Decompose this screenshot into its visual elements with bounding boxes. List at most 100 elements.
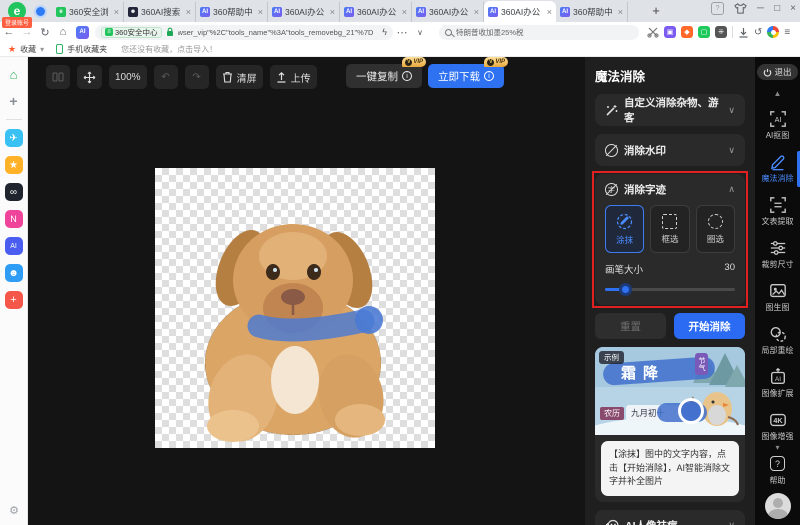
- lock-icon: [166, 27, 174, 37]
- section-acne[interactable]: AI人像祛痘 ∨: [595, 510, 745, 525]
- browser-tab[interactable]: AI 360AI办公 ×: [412, 2, 484, 22]
- vr-glasses-icon[interactable]: ∞: [5, 183, 23, 201]
- bookmarks-hint[interactable]: 您还没有收藏，点击导入！: [121, 44, 217, 55]
- extension-game-icon[interactable]: ◆: [681, 26, 693, 38]
- brush-size-slider[interactable]: [605, 283, 735, 295]
- zoom-level[interactable]: 100%: [109, 65, 147, 89]
- scroll-up-icon[interactable]: ▲: [774, 89, 782, 98]
- maximize-icon[interactable]: □: [774, 3, 780, 14]
- redo-button[interactable]: ↷: [185, 65, 209, 89]
- screenshot-scissors-icon[interactable]: [647, 26, 659, 38]
- ai-nav-icon[interactable]: N: [5, 210, 23, 228]
- tab-close-icon[interactable]: ×: [330, 7, 335, 17]
- minimize-icon[interactable]: ─: [757, 3, 764, 14]
- lasso-select-icon: [708, 214, 723, 229]
- refresh-icon[interactable]: ↻: [36, 26, 54, 39]
- rail-item-img2img[interactable]: 图生图: [755, 282, 800, 313]
- image-canvas[interactable]: [155, 168, 435, 448]
- close-icon[interactable]: ×: [790, 3, 796, 14]
- tab-close-icon[interactable]: ×: [114, 7, 119, 17]
- bookmarks-bar: ★ 收藏 ▾ 手机收藏夹 您还没有收藏，点击导入！: [0, 42, 800, 57]
- compare-button[interactable]: [46, 65, 70, 89]
- browser-tab[interactable]: ☻ 360AI搜索 ×: [124, 2, 196, 22]
- workspace-icon[interactable]: ?: [711, 2, 724, 15]
- game-icon[interactable]: +: [5, 291, 23, 309]
- rail-item-image-expand[interactable]: AI 图像扩展: [755, 368, 800, 399]
- slider-thumb[interactable]: [619, 283, 632, 296]
- home-icon[interactable]: ⌂: [5, 65, 23, 83]
- favorites-label[interactable]: 收藏: [20, 44, 36, 55]
- tab-favicon-e: e: [56, 7, 66, 17]
- rail-item-crop-size[interactable]: 裁剪尺寸: [755, 239, 800, 270]
- tab-close-icon[interactable]: ×: [547, 7, 552, 17]
- extension-purple-icon[interactable]: ▣: [664, 26, 676, 38]
- undo-button[interactable]: ↶: [154, 65, 178, 89]
- section-handwriting-header[interactable]: 字 消除字迹 ∧: [605, 182, 735, 197]
- browser-tab[interactable]: AI 360AI办公 ×: [340, 2, 412, 22]
- menu-icon[interactable]: ≡: [784, 27, 790, 38]
- tool-lasso[interactable]: 圈选: [696, 205, 735, 253]
- section-custom-erase[interactable]: 自定义消除杂物、游客 ∨: [595, 94, 745, 126]
- clear-canvas-button[interactable]: 清屏: [216, 65, 263, 89]
- favorites-icon[interactable]: ★: [5, 156, 23, 174]
- add-icon[interactable]: +: [5, 92, 23, 110]
- browser-tab[interactable]: AI 360AI办公 ×: [484, 1, 556, 22]
- pinned-extension-icon[interactable]: [34, 5, 47, 18]
- tab-close-icon[interactable]: ×: [402, 7, 407, 17]
- favorites-caret-icon[interactable]: ▾: [40, 45, 44, 54]
- exit-button[interactable]: 退出: [757, 64, 797, 80]
- tab-close-icon[interactable]: ×: [258, 7, 263, 17]
- tool-label: 涂抹: [616, 234, 633, 246]
- tab-favicon-ai: AI: [272, 7, 282, 17]
- address-bar[interactable]: ≡360安全中心 wser_vip"%2C"tools_name"%3A"too…: [95, 25, 393, 40]
- start-erase-button[interactable]: 开始消除: [674, 313, 745, 339]
- rail-item-ai-cutout[interactable]: AI AI抠图: [755, 110, 800, 141]
- example-description: 【涂抹】图中的文字内容，点击【开始消除】，AI智能消除文字并补全图片: [601, 441, 739, 496]
- browser-wheel-icon[interactable]: [767, 26, 779, 38]
- upload-button[interactable]: 上传: [270, 65, 317, 89]
- session-restore-icon[interactable]: ↺: [754, 27, 762, 38]
- tab-favicon-chat: ☻: [128, 7, 138, 17]
- phone-favorites-label[interactable]: 手机收藏夹: [67, 44, 107, 55]
- rail-item-magic-erase[interactable]: 魔法消除: [755, 153, 800, 184]
- extension-green-icon[interactable]: ▢: [698, 26, 710, 38]
- rail-item-image-enhance[interactable]: 4K 图像增强: [755, 411, 800, 442]
- partial-redraw-icon: [769, 325, 787, 343]
- rail-item-partial-redraw[interactable]: 局部重绘: [755, 325, 800, 356]
- more-icon[interactable]: ⋯: [393, 26, 411, 39]
- help-icon[interactable]: ?: [770, 456, 785, 471]
- scroll-down-icon[interactable]: ▾: [775, 443, 779, 452]
- tool-brush[interactable]: 涂抹: [605, 205, 644, 253]
- nav-app-icon[interactable]: ✈: [5, 129, 23, 147]
- login-badge[interactable]: 登录账号: [2, 17, 32, 28]
- home-icon[interactable]: ⌂: [54, 26, 72, 38]
- section-handwriting: 字 消除字迹 ∧ 涂抹框选圈选 画笔大小 30: [595, 174, 745, 305]
- new-tab-button[interactable]: +: [648, 3, 664, 19]
- settings-gear-icon[interactable]: ⚙: [0, 504, 28, 517]
- robot-icon[interactable]: ☻: [5, 264, 23, 282]
- tab-close-icon[interactable]: ×: [474, 7, 479, 17]
- bolt-icon[interactable]: ϟ: [382, 27, 387, 37]
- reset-button[interactable]: 重置: [595, 313, 666, 339]
- browser-tab[interactable]: AI 360帮助中 ×: [196, 2, 268, 22]
- tool-rect-select[interactable]: 框选: [650, 205, 689, 253]
- favorite-star-icon[interactable]: ★: [8, 44, 16, 55]
- download-manager-icon[interactable]: [738, 27, 749, 38]
- browser-tab[interactable]: e 360安全浏 ×: [52, 2, 124, 22]
- dropdown-icon[interactable]: ∨: [411, 28, 429, 37]
- rail-item-text-extract[interactable]: 文表提取: [755, 196, 800, 227]
- ai-assistant-icon[interactable]: AI: [5, 237, 23, 255]
- search-input[interactable]: 特朗普收加墨25%税: [439, 25, 639, 40]
- tab-close-icon[interactable]: ×: [618, 7, 623, 17]
- move-button[interactable]: [77, 65, 102, 89]
- browser-tab[interactable]: AI 360AI办公 ×: [268, 2, 340, 22]
- copy-button[interactable]: 一键复制i VVIP: [346, 64, 422, 88]
- user-avatar[interactable]: [765, 493, 791, 519]
- download-button[interactable]: 立即下载i VVIP: [428, 64, 504, 88]
- extensions-puzzle-icon[interactable]: ⁜: [715, 26, 727, 38]
- security-badge[interactable]: ≡360安全中心: [101, 27, 162, 38]
- tab-close-icon[interactable]: ×: [186, 7, 191, 17]
- browser-tab[interactable]: AI 360帮助中 ×: [556, 2, 628, 22]
- theme-icon[interactable]: [734, 2, 747, 15]
- section-watermark[interactable]: 消除水印 ∨: [595, 134, 745, 166]
